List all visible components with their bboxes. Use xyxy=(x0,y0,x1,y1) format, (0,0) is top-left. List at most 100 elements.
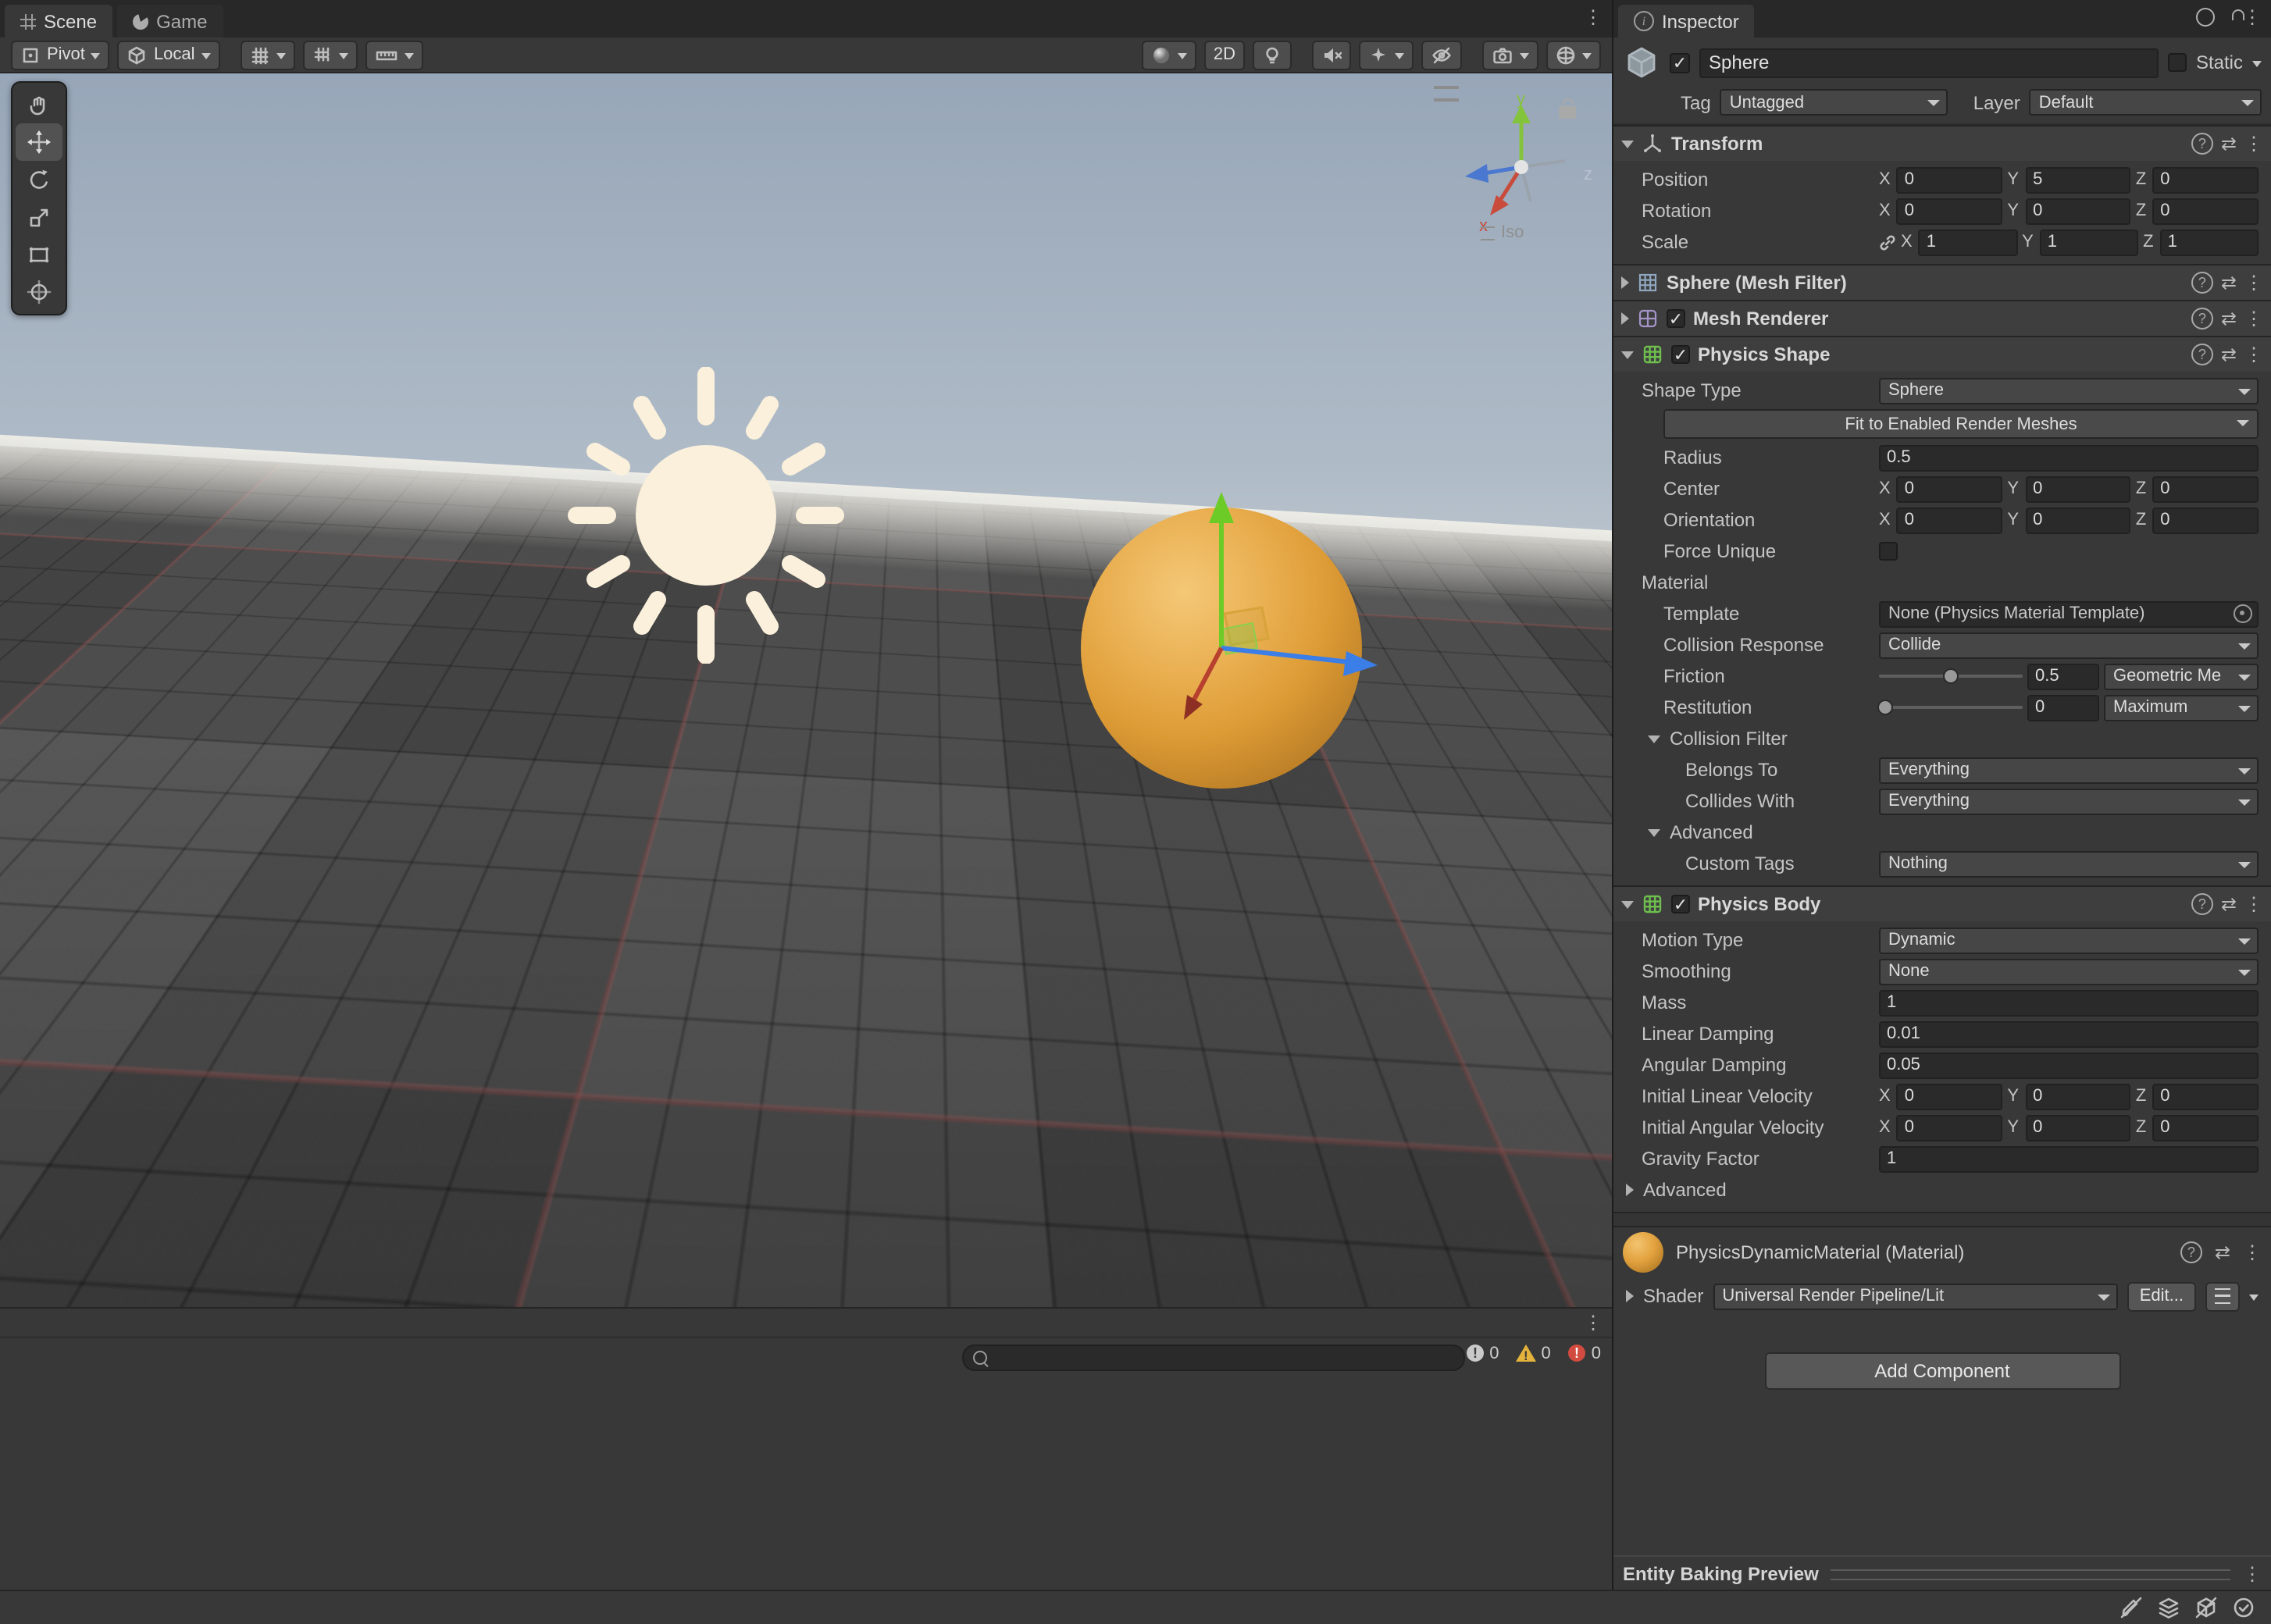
scene-audio-toggle[interactable] xyxy=(1312,40,1351,69)
preset-icon[interactable] xyxy=(2221,308,2237,329)
console-menu-icon[interactable] xyxy=(1584,1313,1603,1332)
restitution-field[interactable]: 0 xyxy=(2027,694,2099,721)
slider-knob[interactable] xyxy=(1943,668,1959,684)
mesh-renderer-enabled-checkbox[interactable] xyxy=(1667,309,1685,328)
mesh-renderer-header[interactable]: Mesh Renderer xyxy=(1613,300,2271,336)
tab-inspector[interactable]: i Inspector xyxy=(1618,5,1755,37)
pivot-dropdown[interactable]: Pivot xyxy=(11,40,110,69)
x-axis-arrow[interactable] xyxy=(1191,646,1224,703)
position-z-field[interactable]: 0 xyxy=(2152,166,2259,193)
scale-x-field[interactable]: 1 xyxy=(1918,229,2018,255)
friction-slider[interactable] xyxy=(1879,668,2023,684)
foldout-icon[interactable] xyxy=(1621,900,1634,908)
center-y-field[interactable]: 0 xyxy=(2025,475,2131,502)
shape-type-dropdown[interactable]: Sphere xyxy=(1879,377,2259,404)
snap-increment-button[interactable] xyxy=(365,40,423,69)
layer-dropdown[interactable]: Default xyxy=(2029,89,2262,116)
info-count-badge[interactable]: ! 0 xyxy=(1460,1343,1503,1363)
error-count-badge[interactable]: ! 0 xyxy=(1562,1343,1606,1363)
scale-tool[interactable] xyxy=(16,198,62,236)
center-z-field[interactable]: 0 xyxy=(2152,475,2259,502)
friction-field[interactable]: 0.5 xyxy=(2027,663,2099,689)
custom-tags-dropdown[interactable]: Nothing xyxy=(1879,850,2259,877)
scene-camera-dropdown[interactable] xyxy=(1482,40,1538,69)
physics-shape-enabled-checkbox[interactable] xyxy=(1671,345,1690,364)
force-unique-checkbox[interactable] xyxy=(1879,542,1898,561)
fit-to-render-meshes-dropdown[interactable]: Fit to Enabled Render Meshes xyxy=(1663,409,2259,439)
inspector-menu-icon[interactable] xyxy=(2243,8,2262,27)
foldout-icon[interactable] xyxy=(1621,312,1629,325)
scale-y-field[interactable]: 1 xyxy=(2039,229,2139,255)
rotation-x-field[interactable]: 0 xyxy=(1896,198,2003,224)
rotate-tool[interactable] xyxy=(16,161,62,198)
material-header[interactable]: PhysicsDynamicMaterial (Material) xyxy=(1613,1227,2271,1277)
gameobject-name-field[interactable]: Sphere xyxy=(1699,48,2159,77)
entities-status-icon[interactable] xyxy=(2194,1596,2218,1619)
gameobject-active-checkbox[interactable] xyxy=(1670,52,1690,73)
2d-toggle-button[interactable]: 2D xyxy=(1203,40,1245,69)
help-icon[interactable] xyxy=(2180,1241,2202,1263)
entity-baking-menu-icon[interactable] xyxy=(2243,1565,2262,1583)
foldout-icon[interactable] xyxy=(1621,140,1634,148)
preset-icon[interactable] xyxy=(2221,134,2237,154)
restitution-slider[interactable] xyxy=(1877,700,2023,715)
help-icon[interactable] xyxy=(2191,272,2213,294)
rotation-z-field[interactable]: 0 xyxy=(2152,198,2259,224)
tab-scene[interactable]: Scene xyxy=(5,5,113,37)
entity-baking-preview-bar[interactable]: Entity Baking Preview xyxy=(1613,1555,2271,1591)
physics-body-enabled-checkbox[interactable] xyxy=(1671,895,1690,914)
move-gizmo[interactable] xyxy=(1050,476,1424,835)
orientation-z-field[interactable]: 0 xyxy=(2152,507,2259,533)
view-hand-tool[interactable] xyxy=(16,86,62,123)
help-icon[interactable] xyxy=(2191,308,2213,329)
rect-tool[interactable] xyxy=(16,236,62,273)
scene-visibility-toggle[interactable] xyxy=(1421,40,1462,69)
static-dropdown-icon[interactable] xyxy=(2252,60,2262,66)
orientation-x-field[interactable]: 0 xyxy=(1896,507,2003,533)
material-menu-button[interactable] xyxy=(2205,1281,2240,1311)
foldout-icon[interactable] xyxy=(1621,276,1629,289)
inspector-scroll[interactable]: Sphere Static Tag Untagged Layer Default… xyxy=(1613,37,2271,1557)
help-icon[interactable] xyxy=(2191,893,2213,915)
preset-icon[interactable] xyxy=(2215,1242,2230,1263)
menu-icon[interactable] xyxy=(2243,1242,2262,1263)
menu-icon[interactable] xyxy=(2244,308,2263,329)
properties-icon[interactable] xyxy=(2196,8,2215,27)
ilv-z-field[interactable]: 0 xyxy=(2152,1083,2259,1109)
preset-icon[interactable] xyxy=(2221,894,2237,914)
preset-icon[interactable] xyxy=(2221,272,2237,293)
restitution-mode-dropdown[interactable]: Maximum xyxy=(2104,694,2259,721)
scene-viewport[interactable]: y x z Iso xyxy=(0,73,1612,1307)
warning-count-badge[interactable]: ! 0 xyxy=(1510,1343,1556,1363)
local-dropdown[interactable]: Local xyxy=(117,40,220,69)
preset-icon[interactable] xyxy=(2221,344,2237,365)
slider-knob[interactable] xyxy=(1877,700,1893,715)
gizmo-y-label[interactable]: y xyxy=(1517,92,1525,109)
motion-type-dropdown[interactable]: Dynamic xyxy=(1879,927,2259,953)
bake-status-icon[interactable] xyxy=(2119,1596,2143,1619)
foldout-icon[interactable] xyxy=(1626,1290,1634,1302)
constrain-proportions-icon[interactable] xyxy=(1879,233,1896,251)
ilv-x-field[interactable]: 0 xyxy=(1896,1083,2003,1109)
shader-edit-button[interactable]: Edit... xyxy=(2127,1281,2196,1311)
position-y-field[interactable]: 5 xyxy=(2025,166,2131,193)
gizmo-z-label[interactable]: z xyxy=(1584,164,1592,183)
physics-body-header[interactable]: Physics Body xyxy=(1613,885,2271,921)
center-x-field[interactable]: 0 xyxy=(1896,475,2003,502)
shader-dropdown[interactable]: Universal Render Pipeline/Lit xyxy=(1713,1283,2118,1309)
scene-effects-dropdown[interactable] xyxy=(1359,40,1414,69)
rotation-y-field[interactable]: 0 xyxy=(2025,198,2131,224)
grid-visibility-button[interactable] xyxy=(302,40,358,69)
directional-light-gizmo[interactable] xyxy=(558,367,854,664)
transform-header[interactable]: Transform xyxy=(1613,125,2271,161)
mass-field[interactable]: 1 xyxy=(1879,989,2259,1016)
friction-mode-dropdown[interactable]: Geometric Me xyxy=(2104,663,2259,689)
orientation-y-field[interactable]: 0 xyxy=(2025,507,2131,533)
help-icon[interactable] xyxy=(2191,133,2213,155)
linear-damping-field[interactable]: 0.01 xyxy=(1879,1020,2259,1047)
material-preview-thumbnail[interactable] xyxy=(1623,1232,1663,1273)
gravity-factor-field[interactable]: 1 xyxy=(1879,1145,2259,1172)
scale-z-field[interactable]: 1 xyxy=(2159,229,2259,255)
ilv-y-field[interactable]: 0 xyxy=(2025,1083,2131,1109)
iav-y-field[interactable]: 0 xyxy=(2025,1114,2131,1141)
